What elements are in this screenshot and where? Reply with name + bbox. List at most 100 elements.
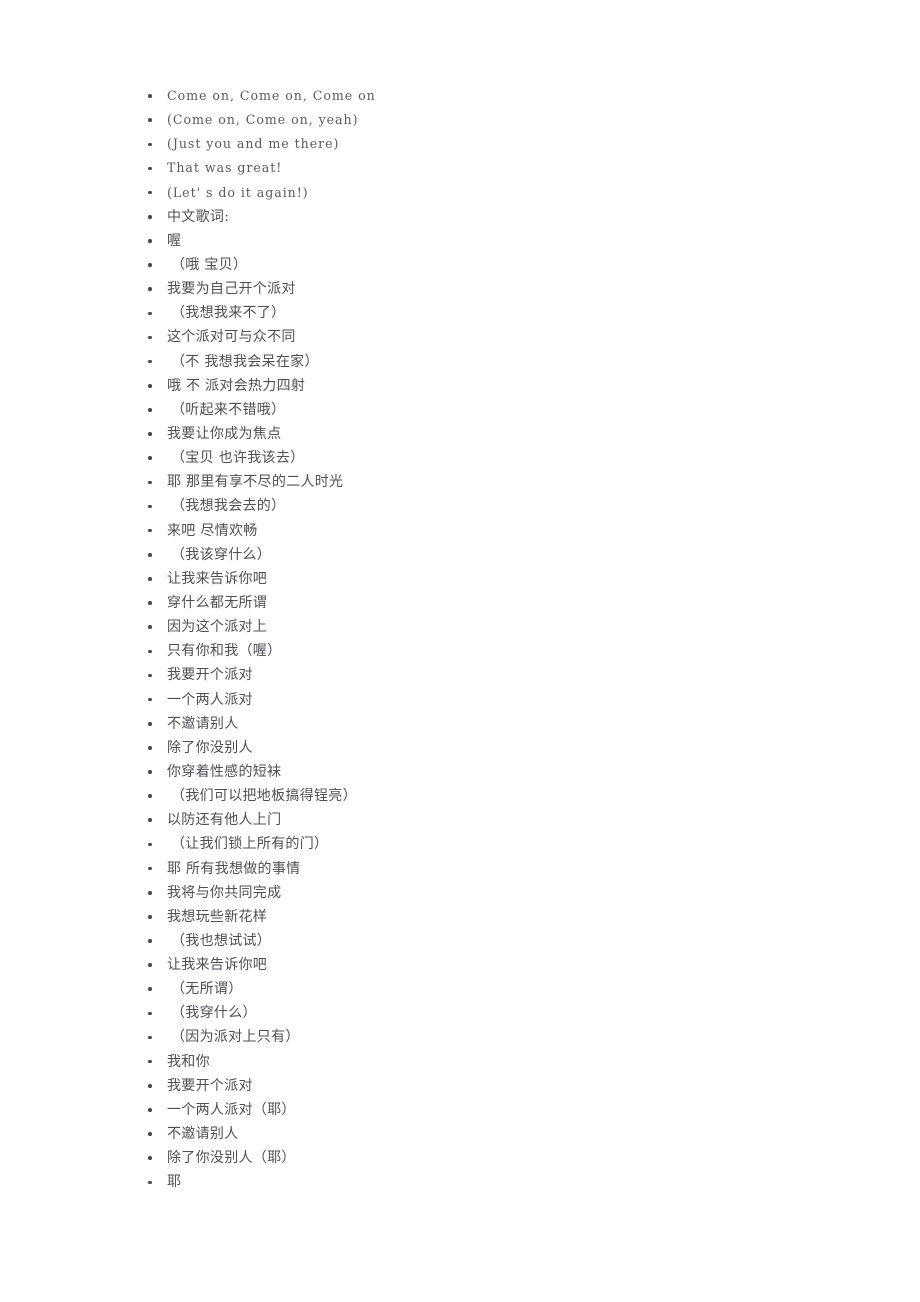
lyric-text: 你穿着性感的短袜 bbox=[167, 763, 282, 780]
lyric-line: 我想玩些新花样 bbox=[147, 905, 847, 929]
lyric-text: （因为派对上只有） bbox=[171, 1029, 300, 1046]
lyric-text: （我也想试试） bbox=[171, 932, 272, 949]
bullet-icon bbox=[148, 504, 152, 509]
lyric-text: 以防还有他人上门 bbox=[167, 812, 282, 829]
lyric-text: 只有你和我（喔） bbox=[167, 643, 282, 660]
lyric-line: 来吧 尽情欢畅 bbox=[147, 519, 847, 543]
lyric-text: （我想我来不了） bbox=[171, 305, 286, 322]
lyric-line: 耶 bbox=[147, 1170, 847, 1194]
lyric-line: （我穿什么） bbox=[147, 1001, 847, 1025]
lyric-line: 因为这个派对上 bbox=[147, 615, 847, 639]
bullet-icon bbox=[148, 721, 152, 726]
bullet-icon bbox=[148, 866, 152, 871]
lyric-line: 让我来告诉你吧 bbox=[147, 953, 847, 977]
bullet-icon bbox=[148, 552, 152, 557]
lyric-text: （宝贝 也许我该去） bbox=[171, 450, 305, 467]
bullet-icon bbox=[148, 601, 152, 605]
bullet-icon bbox=[148, 456, 152, 460]
lyric-text: 除了你没别人 bbox=[167, 739, 253, 756]
lyric-line: 我要开个派对 bbox=[147, 663, 847, 687]
bullet-icon bbox=[148, 939, 152, 943]
lyric-text: 哦 不 派对会热力四射 bbox=[167, 377, 306, 394]
bullet-icon bbox=[148, 118, 152, 122]
lyric-text: 耶 bbox=[167, 1174, 182, 1191]
lyric-text: 因为这个派对上 bbox=[167, 619, 268, 636]
lyric-line: （听起来不错哦） bbox=[147, 398, 847, 422]
lyric-line: （让我们锁上所有的门） bbox=[147, 832, 847, 856]
bullet-icon bbox=[148, 1108, 152, 1112]
lyric-line: （无所谓） bbox=[147, 977, 847, 1001]
lyric-line: （我想我来不了） bbox=[147, 301, 847, 325]
lyric-text: (Come on, Come on, yeah) bbox=[167, 112, 359, 128]
lyric-text: （让我们锁上所有的门） bbox=[171, 836, 329, 853]
document-page: Come on, Come on, Come on (Come on, Come … bbox=[0, 0, 920, 1302]
bullet-icon bbox=[148, 359, 152, 364]
lyric-line: 哦 不 派对会热力四射 bbox=[147, 374, 847, 398]
lyric-text: （我穿什么） bbox=[171, 1005, 257, 1022]
lyric-line: 我和你 bbox=[147, 1050, 847, 1074]
lyric-line: （我想我会去的） bbox=[147, 494, 847, 518]
bullet-icon bbox=[148, 625, 152, 629]
lyric-line: 以防还有他人上门 bbox=[147, 808, 847, 832]
lyric-text: （不 我想我会呆在家） bbox=[171, 353, 319, 370]
lyric-line: (Just you and me there) bbox=[147, 132, 847, 156]
lyric-line: 让我来告诉你吧 bbox=[147, 567, 847, 591]
bullet-icon bbox=[148, 673, 152, 678]
lyric-line: (Come on, Come on, yeah) bbox=[147, 108, 847, 132]
bullet-icon bbox=[148, 915, 152, 919]
lyric-line: That was great! bbox=[147, 156, 847, 180]
bullet-icon bbox=[148, 287, 152, 291]
lyric-text: 除了你没别人（耶） bbox=[167, 1150, 296, 1167]
bullet-icon bbox=[148, 697, 152, 702]
lyric-text: 我要开个派对 bbox=[167, 1077, 253, 1094]
lyric-line: （不 我想我会呆在家） bbox=[147, 350, 847, 374]
lyric-text: （听起来不错哦） bbox=[171, 401, 286, 418]
bullet-icon bbox=[148, 528, 152, 533]
lyric-text: 这个派对可与众不同 bbox=[167, 329, 296, 346]
lyric-line: （宝贝 也许我该去） bbox=[147, 446, 847, 470]
bullet-icon bbox=[148, 746, 152, 750]
lyric-text: That was great! bbox=[167, 160, 283, 176]
bullet-icon bbox=[148, 818, 152, 823]
bullet-icon bbox=[148, 263, 152, 267]
lyric-text: (Just you and me there) bbox=[167, 136, 340, 152]
bullet-icon bbox=[148, 142, 152, 147]
lyric-line: （哦 宝贝） bbox=[147, 253, 847, 277]
bullet-icon bbox=[148, 1035, 152, 1040]
lyric-text: 不邀请别人 bbox=[167, 1126, 239, 1143]
bullet-icon bbox=[148, 1059, 152, 1064]
lyric-line: （因为派对上只有） bbox=[147, 1025, 847, 1049]
bullet-icon bbox=[148, 311, 152, 316]
bullet-icon bbox=[148, 890, 152, 895]
lyric-text: 我要为自己开个派对 bbox=[167, 281, 296, 298]
bullet-icon bbox=[148, 1011, 152, 1016]
lyric-text: （无所谓） bbox=[171, 981, 243, 998]
bullet-icon bbox=[148, 214, 152, 219]
lyric-line: 我要让你成为焦点 bbox=[147, 422, 847, 446]
lyric-text: 我要开个派对 bbox=[167, 667, 253, 684]
bullet-icon bbox=[148, 1180, 152, 1185]
bullet-icon bbox=[148, 335, 152, 340]
lyric-line: 不邀请别人 bbox=[147, 1122, 847, 1146]
lyric-text: 我和你 bbox=[167, 1053, 210, 1070]
lyric-line: 除了你没别人 bbox=[147, 736, 847, 760]
bullet-icon bbox=[148, 190, 152, 195]
lyric-line: 我要开个派对 bbox=[147, 1074, 847, 1098]
bullet-icon bbox=[148, 577, 152, 581]
bullet-icon bbox=[148, 1084, 152, 1088]
bullet-icon bbox=[148, 794, 152, 798]
lyric-line: 除了你没别人（耶） bbox=[147, 1146, 847, 1170]
lyric-text: 穿什么都无所谓 bbox=[167, 594, 268, 611]
lyric-text: 我想玩些新花样 bbox=[167, 908, 268, 925]
bullet-icon bbox=[148, 166, 152, 171]
lyric-line: Come on, Come on, Come on bbox=[147, 84, 847, 108]
lyric-line: 一个两人派对（耶） bbox=[147, 1098, 847, 1122]
lyric-line: 中文歌词: bbox=[147, 205, 847, 229]
lyric-line: 你穿着性感的短袜 bbox=[147, 760, 847, 784]
lyric-line: （我们可以把地板搞得锃亮） bbox=[147, 784, 847, 808]
lyric-line: 耶 那里有享不尽的二人时光 bbox=[147, 470, 847, 494]
lyric-line: （我也想试试） bbox=[147, 929, 847, 953]
lyric-line: (Let' s do it again!) bbox=[147, 181, 847, 205]
lyric-text: 耶 所有我想做的事情 bbox=[167, 860, 301, 877]
lyric-text: （哦 宝贝） bbox=[171, 256, 248, 273]
